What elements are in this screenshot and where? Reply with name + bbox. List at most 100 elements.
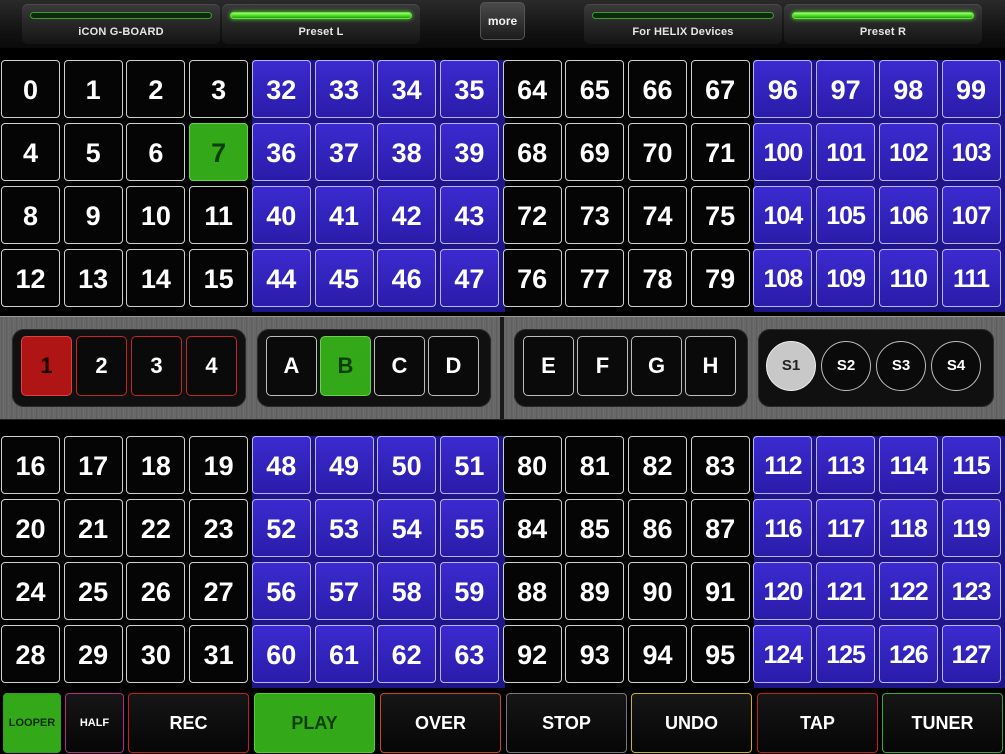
- pad-104[interactable]: 104: [753, 186, 813, 244]
- pad-85[interactable]: 85: [565, 499, 625, 557]
- pad-27[interactable]: 27: [189, 562, 249, 620]
- letter-button-c[interactable]: C: [374, 336, 425, 396]
- bank-button-3[interactable]: 3: [131, 336, 182, 396]
- pad-120[interactable]: 120: [753, 562, 813, 620]
- pad-80[interactable]: 80: [502, 436, 562, 494]
- pad-26[interactable]: 26: [126, 562, 186, 620]
- pad-6[interactable]: 6: [126, 123, 186, 181]
- pad-87[interactable]: 87: [690, 499, 750, 557]
- snapshot-button-s2[interactable]: S2: [821, 341, 871, 391]
- pad-50[interactable]: 50: [377, 436, 437, 494]
- pad-11[interactable]: 11: [189, 186, 249, 244]
- pad-119[interactable]: 119: [941, 499, 1001, 557]
- pad-116[interactable]: 116: [753, 499, 813, 557]
- pad-13[interactable]: 13: [63, 249, 123, 307]
- pad-53[interactable]: 53: [314, 499, 374, 557]
- pad-115[interactable]: 115: [941, 436, 1001, 494]
- pad-49[interactable]: 49: [314, 436, 374, 494]
- snapshot-button-s1[interactable]: S1: [766, 341, 816, 391]
- pad-94[interactable]: 94: [628, 625, 687, 683]
- pad-40[interactable]: 40: [251, 186, 311, 244]
- pad-39[interactable]: 39: [439, 123, 499, 181]
- pad-25[interactable]: 25: [63, 562, 123, 620]
- pad-72[interactable]: 72: [502, 186, 562, 244]
- pad-65[interactable]: 65: [565, 60, 625, 118]
- pad-8[interactable]: 8: [1, 186, 60, 244]
- pad-14[interactable]: 14: [126, 249, 186, 307]
- pad-99[interactable]: 99: [941, 60, 1001, 118]
- pad-90[interactable]: 90: [628, 562, 687, 620]
- half-button[interactable]: HALF: [65, 693, 124, 753]
- pad-123[interactable]: 123: [941, 562, 1001, 620]
- tab-icon-gboard[interactable]: iCON G-BOARD: [22, 4, 220, 44]
- undo-button[interactable]: UNDO: [631, 693, 752, 753]
- pad-46[interactable]: 46: [377, 249, 437, 307]
- pad-24[interactable]: 24: [1, 562, 60, 620]
- looper-button[interactable]: LOOPER: [3, 693, 61, 753]
- pad-51[interactable]: 51: [439, 436, 499, 494]
- pad-105[interactable]: 105: [816, 186, 876, 244]
- pad-78[interactable]: 78: [628, 249, 687, 307]
- pad-124[interactable]: 124: [753, 625, 813, 683]
- bank-button-1[interactable]: 1: [21, 336, 72, 396]
- pad-68[interactable]: 68: [502, 123, 562, 181]
- pad-91[interactable]: 91: [690, 562, 750, 620]
- pad-7[interactable]: 7: [189, 123, 249, 181]
- pad-22[interactable]: 22: [126, 499, 186, 557]
- rec-button[interactable]: REC: [128, 693, 249, 753]
- pad-117[interactable]: 117: [816, 499, 876, 557]
- more-button[interactable]: more: [480, 2, 525, 40]
- pad-47[interactable]: 47: [439, 249, 499, 307]
- pad-122[interactable]: 122: [878, 562, 938, 620]
- pad-60[interactable]: 60: [251, 625, 311, 683]
- pad-89[interactable]: 89: [565, 562, 625, 620]
- pad-56[interactable]: 56: [251, 562, 311, 620]
- pad-2[interactable]: 2: [126, 60, 186, 118]
- pad-61[interactable]: 61: [314, 625, 374, 683]
- pad-73[interactable]: 73: [565, 186, 625, 244]
- pad-17[interactable]: 17: [63, 436, 123, 494]
- pad-98[interactable]: 98: [878, 60, 938, 118]
- pad-4[interactable]: 4: [1, 123, 60, 181]
- pad-93[interactable]: 93: [565, 625, 625, 683]
- pad-55[interactable]: 55: [439, 499, 499, 557]
- pad-62[interactable]: 62: [377, 625, 437, 683]
- pad-33[interactable]: 33: [314, 60, 374, 118]
- pad-79[interactable]: 79: [690, 249, 750, 307]
- letter-button-a[interactable]: A: [266, 336, 317, 396]
- pad-102[interactable]: 102: [878, 123, 938, 181]
- pad-30[interactable]: 30: [126, 625, 186, 683]
- pad-35[interactable]: 35: [439, 60, 499, 118]
- pad-57[interactable]: 57: [314, 562, 374, 620]
- pad-42[interactable]: 42: [377, 186, 437, 244]
- pad-44[interactable]: 44: [251, 249, 311, 307]
- tuner-button[interactable]: TUNER: [882, 693, 1003, 753]
- pad-107[interactable]: 107: [941, 186, 1001, 244]
- pad-16[interactable]: 16: [1, 436, 60, 494]
- pad-66[interactable]: 66: [628, 60, 687, 118]
- pad-77[interactable]: 77: [565, 249, 625, 307]
- pad-43[interactable]: 43: [439, 186, 499, 244]
- pad-34[interactable]: 34: [377, 60, 437, 118]
- pad-71[interactable]: 71: [690, 123, 750, 181]
- pad-54[interactable]: 54: [377, 499, 437, 557]
- stop-button[interactable]: STOP: [506, 693, 627, 753]
- pad-59[interactable]: 59: [439, 562, 499, 620]
- pad-113[interactable]: 113: [816, 436, 876, 494]
- pad-10[interactable]: 10: [126, 186, 186, 244]
- pad-126[interactable]: 126: [878, 625, 938, 683]
- pad-21[interactable]: 21: [63, 499, 123, 557]
- pad-112[interactable]: 112: [753, 436, 813, 494]
- pad-70[interactable]: 70: [628, 123, 687, 181]
- pad-76[interactable]: 76: [502, 249, 562, 307]
- pad-67[interactable]: 67: [690, 60, 750, 118]
- pad-106[interactable]: 106: [878, 186, 938, 244]
- pad-74[interactable]: 74: [628, 186, 687, 244]
- tab-preset-r[interactable]: Preset R: [784, 4, 982, 44]
- pad-1[interactable]: 1: [63, 60, 123, 118]
- tab-helix-devices[interactable]: For HELIX Devices: [584, 4, 782, 44]
- pad-48[interactable]: 48: [251, 436, 311, 494]
- pad-19[interactable]: 19: [189, 436, 249, 494]
- pad-5[interactable]: 5: [63, 123, 123, 181]
- pad-12[interactable]: 12: [1, 249, 60, 307]
